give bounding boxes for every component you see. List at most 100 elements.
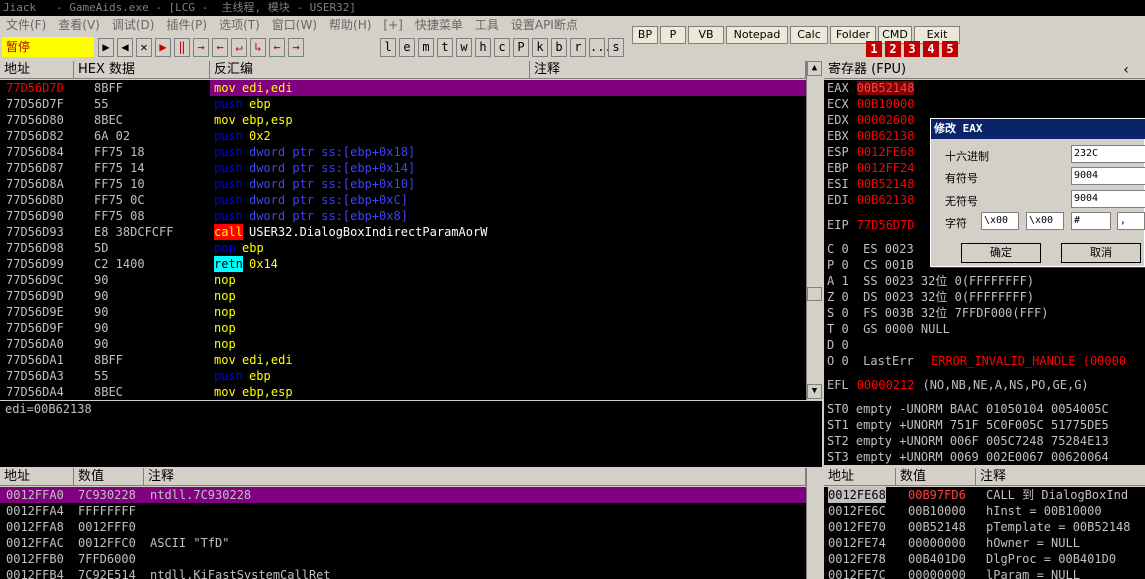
col-address[interactable]: 地址 bbox=[0, 61, 74, 79]
menu-item-7[interactable]: [+] bbox=[377, 16, 408, 35]
dump-row[interactable]: 0012FFB0 7FFD6000 bbox=[0, 551, 806, 567]
toolbar-num-4[interactable]: 4 bbox=[923, 41, 939, 57]
dump-col-address[interactable]: 地址 bbox=[0, 468, 74, 486]
scroll-down-arrow[interactable]: ▼ bbox=[807, 384, 822, 399]
menu-item-3[interactable]: 插件(P) bbox=[160, 16, 213, 35]
stack-row[interactable]: 0012FE7C 00000000 lParam = NULL bbox=[824, 567, 1145, 579]
toolbar-icon-9[interactable]: ← bbox=[269, 38, 285, 57]
disasm-row[interactable]: 77D56D9C 90 nop bbox=[0, 272, 806, 288]
disasm-row[interactable]: 77D56D9D 90 nop bbox=[0, 288, 806, 304]
disasm-row[interactable]: 77D56DA0 90 nop bbox=[0, 336, 806, 352]
register-value[interactable]: 0012FF24 bbox=[857, 161, 915, 175]
menu-item-0[interactable]: 文件(F) bbox=[0, 16, 52, 35]
disasm-row[interactable]: 77D56D9F 90 nop bbox=[0, 320, 806, 336]
toolbar-letter-9[interactable]: b bbox=[551, 38, 567, 57]
disasm-row[interactable]: 77D56D7D 8BFF mov edi,edi bbox=[0, 80, 806, 96]
disasm-row[interactable]: 77D56DA3 55 push ebp bbox=[0, 368, 806, 384]
toolbar-button-notepad[interactable]: Notepad bbox=[726, 26, 788, 44]
toolbar-button-calc[interactable]: Calc bbox=[790, 26, 828, 44]
stack-pane[interactable]: 0012FE68 00B97FD6 CALL 到 DialogBoxInd 0012F… bbox=[824, 487, 1145, 579]
dump-scrollbar[interactable] bbox=[806, 468, 822, 579]
disasm-row[interactable]: 77D56D93 E8 38DCFCFF call USER32.DialogBoxI… bbox=[0, 224, 806, 240]
disasm-row[interactable]: 77D56D8A FF75 10 push dword ptr ss:[ebp+0x1… bbox=[0, 176, 806, 192]
stack-row[interactable]: 0012FE6C 00B10000 hInst = 00B10000 bbox=[824, 503, 1145, 519]
disasm-row[interactable]: 77D56DA1 8BFF mov edi,edi bbox=[0, 352, 806, 368]
toolbar-num-2[interactable]: 2 bbox=[885, 41, 901, 57]
disasm-row[interactable]: 77D56D82 6A 02 push 0x2 bbox=[0, 128, 806, 144]
stack-col-comment[interactable]: 注释 bbox=[976, 468, 1145, 486]
stack-col-value[interactable]: 数值 bbox=[896, 468, 976, 486]
toolbar-letter-12[interactable]: s bbox=[608, 38, 624, 57]
hex-input[interactable]: 232C bbox=[1071, 145, 1145, 163]
toolbar-icon-5[interactable]: → bbox=[193, 38, 209, 57]
disasm-scrollbar[interactable]: ▲ ▼ bbox=[806, 61, 822, 400]
chevron-left-icon[interactable]: ‹ bbox=[1122, 62, 1130, 78]
register-value[interactable]: 77D56D7D bbox=[857, 218, 915, 232]
toolbar-num-3[interactable]: 3 bbox=[904, 41, 920, 57]
toolbar-letter-0[interactable]: l bbox=[380, 38, 396, 57]
dump-row[interactable]: 0012FFA8 0012FFF0 bbox=[0, 519, 806, 535]
menu-item-8[interactable]: 快捷菜单 bbox=[409, 16, 469, 35]
toolbar-icon-4[interactable]: ‖ bbox=[174, 38, 190, 57]
disasm-row[interactable]: 77D56D84 FF75 18 push dword ptr ss:[ebp+0x1… bbox=[0, 144, 806, 160]
disassembly-pane[interactable]: 77D56D7D 8BFF mov edi,edi 77D56D7F 55 push ebp 7… bbox=[0, 80, 806, 400]
scroll-up-arrow[interactable]: ▲ bbox=[807, 61, 822, 76]
disasm-row[interactable]: 77D56D9E 90 nop bbox=[0, 304, 806, 320]
toolbar-icon-1[interactable]: ◀ bbox=[117, 38, 133, 57]
stack-row[interactable]: 0012FE70 00B52148 pTemplate = 00B52148 bbox=[824, 519, 1145, 535]
dump-col-value[interactable]: 数值 bbox=[74, 468, 144, 486]
toolbar-icon-7[interactable]: ↵ bbox=[231, 38, 247, 57]
toolbar-button-bp[interactable]: BP bbox=[632, 26, 658, 44]
toolbar-letter-3[interactable]: t bbox=[437, 38, 453, 57]
toolbar-num-1[interactable]: 1 bbox=[866, 41, 882, 57]
char-input-4[interactable]: , bbox=[1117, 212, 1145, 230]
toolbar-letter-7[interactable]: P bbox=[513, 38, 529, 57]
register-value[interactable]: 00B52148 bbox=[856, 81, 915, 95]
toolbar-button-vb[interactable]: VB bbox=[688, 26, 724, 44]
disasm-row[interactable]: 77D56D80 8BEC mov ebp,esp bbox=[0, 112, 806, 128]
unsigned-input[interactable]: 9004 bbox=[1071, 190, 1145, 208]
toolbar-letter-2[interactable]: m bbox=[418, 38, 434, 57]
toolbar-icon-10[interactable]: → bbox=[288, 38, 304, 57]
toolbar-icon-3[interactable]: ▶ bbox=[155, 38, 171, 57]
dump-row[interactable]: 0012FFB4 7C92E514 ntdll.KiFastSystemCallRe… bbox=[0, 567, 806, 579]
toolbar-letter-10[interactable]: r bbox=[570, 38, 586, 57]
dump-row[interactable]: 0012FFA0 7C930228 ntdll.7C930228 bbox=[0, 487, 806, 503]
toolbar-num-5[interactable]: 5 bbox=[942, 41, 958, 57]
toolbar-letter-6[interactable]: c bbox=[494, 38, 510, 57]
col-comment[interactable]: 注释 bbox=[530, 61, 806, 79]
register-value[interactable]: 00B62138 bbox=[857, 129, 915, 143]
menu-item-1[interactable]: 查看(V) bbox=[52, 16, 106, 35]
register-value[interactable]: 00B52148 bbox=[857, 177, 915, 191]
register-value[interactable]: 00B10000 bbox=[857, 97, 915, 111]
disasm-row[interactable]: 77D56D8D FF75 0C push dword ptr ss:[ebp+0xC… bbox=[0, 192, 806, 208]
char-input-3[interactable]: # bbox=[1071, 212, 1111, 230]
register-value[interactable]: 0012FE68 bbox=[857, 145, 915, 159]
stack-row[interactable]: 0012FE78 00B401D0 DlgProc = 00B401D0 bbox=[824, 551, 1145, 567]
scroll-thumb[interactable] bbox=[807, 287, 822, 301]
disasm-row[interactable]: 77D56D98 5D pop ebp bbox=[0, 240, 806, 256]
toolbar-icon-6[interactable]: ← bbox=[212, 38, 228, 57]
disasm-row[interactable]: 77D56D7F 55 push ebp bbox=[0, 96, 806, 112]
register-value[interactable]: 00B62138 bbox=[857, 193, 915, 207]
stack-row[interactable]: 0012FE68 00B97FD6 CALL 到 DialogBoxInd bbox=[824, 487, 1145, 503]
register-value[interactable]: 00002600 bbox=[857, 113, 915, 127]
toolbar-icon-8[interactable]: ↳ bbox=[250, 38, 266, 57]
toolbar-button-p[interactable]: P bbox=[660, 26, 686, 44]
dump-row[interactable]: 0012FFAC 0012FFC0 ASCII "TfD" bbox=[0, 535, 806, 551]
toolbar-icon-2[interactable]: ✕ bbox=[136, 38, 152, 57]
disasm-row[interactable]: 77D56D87 FF75 14 push dword ptr ss:[ebp+0x1… bbox=[0, 160, 806, 176]
menu-item-5[interactable]: 窗口(W) bbox=[266, 16, 323, 35]
menu-item-2[interactable]: 调试(D) bbox=[106, 16, 161, 35]
dump-row[interactable]: 0012FFA4 FFFFFFFF bbox=[0, 503, 806, 519]
menu-item-4[interactable]: 选项(T) bbox=[213, 16, 266, 35]
ok-button[interactable]: 确定 bbox=[961, 243, 1041, 263]
toolbar-icon-0[interactable]: ▶ bbox=[98, 38, 114, 57]
disasm-row[interactable]: 77D56D90 FF75 08 push dword ptr ss:[ebp+0x8… bbox=[0, 208, 806, 224]
signed-input[interactable]: 9004 bbox=[1071, 167, 1145, 185]
dump-col-comment[interactable]: 注释 bbox=[144, 468, 806, 486]
dump-pane[interactable]: 0012FFA0 7C930228 ntdll.7C930228 0012FFA4 FF… bbox=[0, 487, 806, 579]
toolbar-letter-5[interactable]: h bbox=[475, 38, 491, 57]
cancel-button[interactable]: 取消 bbox=[1061, 243, 1141, 263]
efl-value[interactable]: 00000212 bbox=[857, 378, 915, 392]
